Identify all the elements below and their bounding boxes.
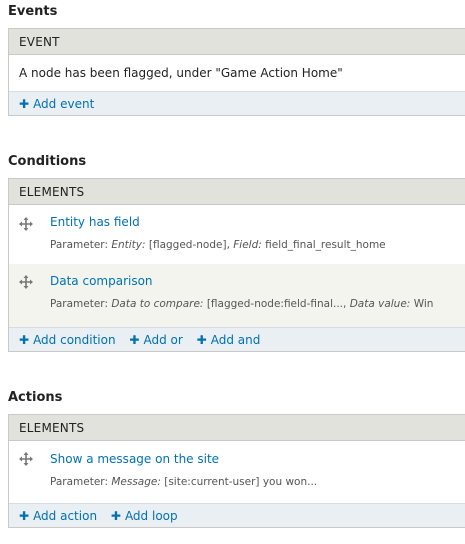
condition-parameter: Parameter: Data to compare: [flagged-nod… <box>50 298 434 310</box>
add-action-link[interactable]: ✚ Add action <box>19 504 97 528</box>
add-loop-link[interactable]: ✚ Add loop <box>111 504 178 528</box>
condition-parameter: Parameter: Entity: [flagged-node], Field… <box>50 239 386 251</box>
plus-icon: ✚ <box>129 333 140 347</box>
action-parameter: Parameter: Message: [site:current-user] … <box>50 476 318 488</box>
move-arrows-icon[interactable] <box>19 275 33 289</box>
add-condition-label: Add condition <box>33 333 116 347</box>
condition-row: Data comparison Parameter: Data to compa… <box>9 264 465 327</box>
add-event-label: Add event <box>33 97 95 111</box>
action-row: Show a message on the site Parameter: Me… <box>9 441 465 503</box>
action-title-link[interactable]: Show a message on the site <box>50 452 219 466</box>
add-event-link[interactable]: ✚ Add event <box>19 92 94 116</box>
conditions-panel: ELEMENTS Entity has field Parameter: Ent… <box>8 178 465 352</box>
plus-icon: ✚ <box>19 97 30 111</box>
add-or-label: Add or <box>143 333 183 347</box>
add-loop-label: Add loop <box>124 509 178 523</box>
conditions-action-bar: ✚ Add condition ✚ Add or ✚ Add and <box>9 327 465 351</box>
condition-row: Entity has field Parameter: Entity: [fla… <box>9 205 465 264</box>
events-section-title: Events <box>8 4 58 19</box>
condition-title-link[interactable]: Entity has field <box>50 215 140 229</box>
add-and-label: Add and <box>210 333 261 347</box>
plus-icon: ✚ <box>19 333 30 347</box>
add-and-link[interactable]: ✚ Add and <box>197 328 261 352</box>
plus-icon: ✚ <box>110 509 121 523</box>
move-arrows-icon[interactable] <box>19 217 33 231</box>
add-action-label: Add action <box>33 509 98 523</box>
events-action-bar: ✚ Add event <box>9 91 465 115</box>
condition-title-link[interactable]: Data comparison <box>50 274 153 288</box>
move-arrows-icon[interactable] <box>19 452 33 466</box>
add-condition-link[interactable]: ✚ Add condition <box>19 328 116 352</box>
plus-icon: ✚ <box>19 509 30 523</box>
conditions-table-header: ELEMENTS <box>9 179 465 205</box>
actions-section-title: Actions <box>8 390 63 405</box>
add-or-link[interactable]: ✚ Add or <box>129 328 182 352</box>
events-panel: EVENT A node has been flagged, under "Ga… <box>8 28 465 116</box>
event-row: A node has been flagged, under "Game Act… <box>19 66 343 80</box>
actions-action-bar: ✚ Add action ✚ Add loop <box>9 503 465 527</box>
events-table-header: EVENT <box>9 29 465 55</box>
conditions-section-title: Conditions <box>8 154 87 169</box>
plus-icon: ✚ <box>196 333 207 347</box>
actions-table-header: ELEMENTS <box>9 415 465 441</box>
actions-panel: ELEMENTS Show a message on the site Para… <box>8 414 465 528</box>
